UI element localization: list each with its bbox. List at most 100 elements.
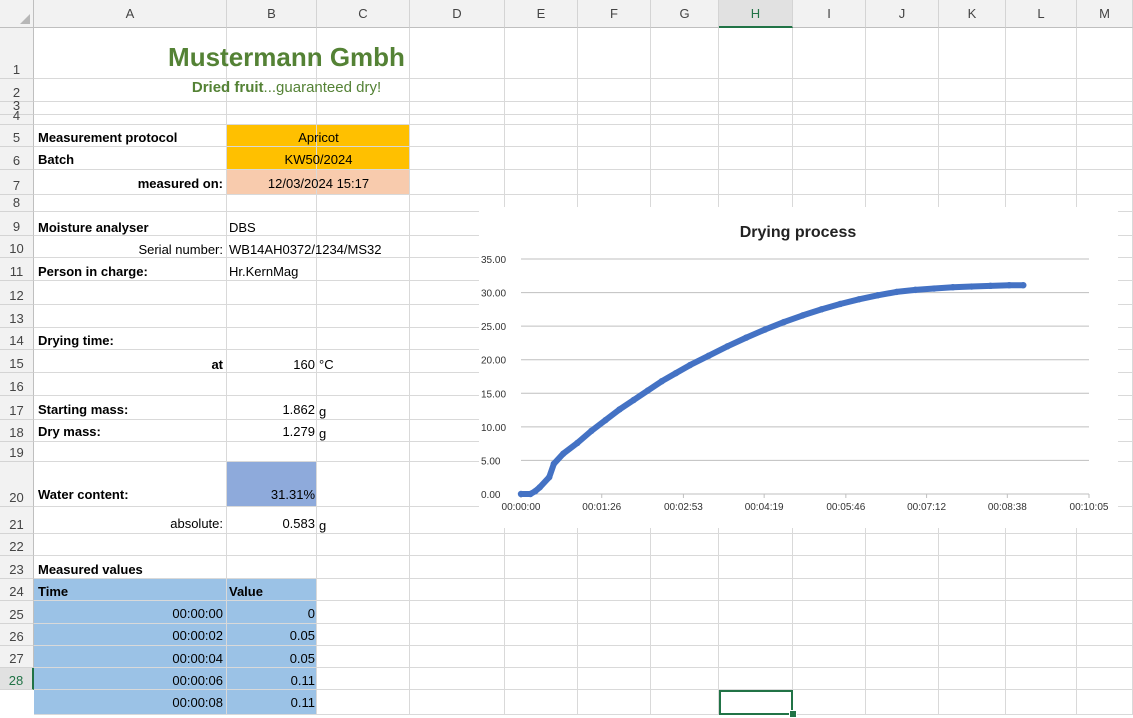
- row-header-9[interactable]: 9: [0, 212, 34, 236]
- dry-mass-unit[interactable]: g: [319, 426, 326, 441]
- column-header-K[interactable]: K: [939, 0, 1006, 28]
- protocol-value[interactable]: Apricot: [227, 130, 410, 145]
- row-header-26[interactable]: 26: [0, 624, 34, 646]
- y-tick-label: 30.00: [481, 289, 506, 300]
- spreadsheet[interactable]: ABCDEFGHIJKLM 1 2 3 4 5 6 7 8 9 10 11 12 13 14 15 16 17 1…: [0, 0, 1133, 718]
- analyser-label[interactable]: Moisture analyser: [38, 220, 149, 235]
- row-gridline: [34, 101, 1133, 102]
- company-slogan[interactable]: Dried fruit...guaranteed dry!: [34, 79, 539, 96]
- row-gridline: [34, 623, 1133, 624]
- row-header-19[interactable]: 19: [0, 442, 34, 462]
- row-header-23[interactable]: 23: [0, 556, 34, 579]
- data-point: [818, 306, 825, 313]
- data-point: [893, 288, 900, 296]
- water-content-label[interactable]: Water content:: [38, 487, 129, 502]
- y-tick-label: 0.00: [481, 490, 501, 501]
- row-header-7[interactable]: 7: [0, 170, 34, 195]
- dry-mass-label[interactable]: Dry mass:: [38, 424, 101, 439]
- column-header-D[interactable]: D: [410, 0, 505, 28]
- company-name[interactable]: Mustermann Gmbh: [34, 42, 539, 73]
- row-header-18[interactable]: 18: [0, 420, 34, 442]
- data-point: [588, 427, 595, 435]
- column-header-G[interactable]: G: [651, 0, 719, 28]
- row-header-6[interactable]: 6: [0, 147, 34, 170]
- protocol-label[interactable]: Measurement protocol: [38, 130, 177, 145]
- measured-time[interactable]: 00:00:00: [34, 606, 223, 621]
- row-header-16[interactable]: 16: [0, 373, 34, 396]
- row-header-20[interactable]: 20: [0, 462, 34, 507]
- measured-time[interactable]: 00:00:04: [34, 651, 223, 666]
- starting-mass-value[interactable]: 1.862: [227, 402, 315, 417]
- column-header-J[interactable]: J: [866, 0, 939, 28]
- row-header-10[interactable]: 10: [0, 236, 34, 258]
- column-header-E[interactable]: E: [505, 0, 578, 28]
- measured-time[interactable]: 00:00:08: [34, 695, 223, 710]
- row-header-27[interactable]: 27: [0, 646, 34, 668]
- measured-value[interactable]: 0.11: [227, 673, 315, 688]
- person-label[interactable]: Person in charge:: [38, 264, 148, 279]
- column-header-C[interactable]: C: [317, 0, 410, 28]
- measured-values-title[interactable]: Measured values: [38, 562, 143, 577]
- measured-time[interactable]: 00:00:02: [34, 628, 223, 643]
- data-point: [724, 343, 731, 350]
- starting-mass-label[interactable]: Starting mass:: [38, 402, 128, 417]
- chart-title: Drying process: [740, 224, 857, 241]
- serial-label[interactable]: Serial number:: [38, 242, 223, 257]
- measured-on-label[interactable]: measured on:: [38, 176, 223, 191]
- column-header-F[interactable]: F: [578, 0, 651, 28]
- column-header-L[interactable]: L: [1006, 0, 1077, 28]
- x-tick-label: 00:10:05: [1070, 502, 1109, 513]
- column-header-B[interactable]: B: [227, 0, 317, 28]
- row-header-28[interactable]: 28: [0, 668, 34, 690]
- drying-time-label[interactable]: Drying time:: [38, 333, 114, 348]
- row-header-13[interactable]: 13: [0, 305, 34, 328]
- row-header-14[interactable]: 14: [0, 328, 34, 350]
- water-content-value[interactable]: 31.31%: [227, 487, 315, 502]
- absolute-value[interactable]: 0.583: [227, 516, 315, 531]
- absolute-label[interactable]: absolute:: [38, 516, 223, 531]
- measured-value[interactable]: 0.05: [227, 651, 315, 666]
- row-header-8[interactable]: 8: [0, 195, 34, 212]
- at-label[interactable]: at: [38, 357, 223, 372]
- fill-handle[interactable]: [789, 710, 797, 718]
- column-header-H[interactable]: H: [719, 0, 793, 28]
- drying-process-chart[interactable]: Drying process 0.00 5.00 10.00 15.00 20.00 25.…: [479, 207, 1118, 528]
- absolute-unit[interactable]: g: [319, 518, 326, 533]
- row-header-22[interactable]: 22: [0, 534, 34, 556]
- row-header-25[interactable]: 25: [0, 601, 34, 624]
- row-header-24[interactable]: 24: [0, 579, 34, 601]
- column-header-I[interactable]: I: [793, 0, 866, 28]
- row-header-1[interactable]: 1: [0, 28, 34, 79]
- column-header-M[interactable]: M: [1077, 0, 1133, 28]
- batch-value[interactable]: KW50/2024: [227, 152, 410, 167]
- column-header-A[interactable]: A: [34, 0, 227, 28]
- row-gridline: [34, 146, 1133, 147]
- analyser-value[interactable]: DBS: [229, 220, 256, 235]
- temperature-unit[interactable]: °C: [319, 357, 334, 372]
- time-header[interactable]: Time: [38, 584, 68, 599]
- data-point: [855, 296, 863, 303]
- measured-value[interactable]: 0.11: [227, 695, 315, 710]
- row-header-4[interactable]: 4: [0, 108, 34, 125]
- person-value[interactable]: Hr.KernMag: [229, 264, 298, 279]
- serial-value[interactable]: WB14AH0372/1234/MS32: [229, 242, 381, 257]
- row-header-12[interactable]: 12: [0, 281, 34, 305]
- measured-on-value[interactable]: 12/03/2024 15:17: [227, 176, 410, 191]
- value-header[interactable]: Value: [229, 584, 263, 599]
- row-header-15[interactable]: 15: [0, 350, 34, 373]
- starting-mass-unit[interactable]: g: [319, 404, 326, 419]
- measured-time[interactable]: 00:00:06: [34, 673, 223, 688]
- measured-value[interactable]: 0.05: [227, 628, 315, 643]
- measured-value[interactable]: 0: [227, 606, 315, 621]
- row-header-21[interactable]: 21: [0, 507, 34, 534]
- temperature-value[interactable]: 160: [227, 357, 315, 372]
- row-header-5[interactable]: 5: [0, 125, 34, 147]
- active-cell-selection[interactable]: [719, 690, 793, 715]
- row-gridline: [34, 124, 1133, 125]
- row-header-11[interactable]: 11: [0, 258, 34, 281]
- select-all-corner[interactable]: [0, 0, 34, 28]
- batch-label[interactable]: Batch: [38, 152, 74, 167]
- dry-mass-value[interactable]: 1.279: [227, 424, 315, 439]
- row-header-17[interactable]: 17: [0, 396, 34, 420]
- data-point: [545, 474, 553, 481]
